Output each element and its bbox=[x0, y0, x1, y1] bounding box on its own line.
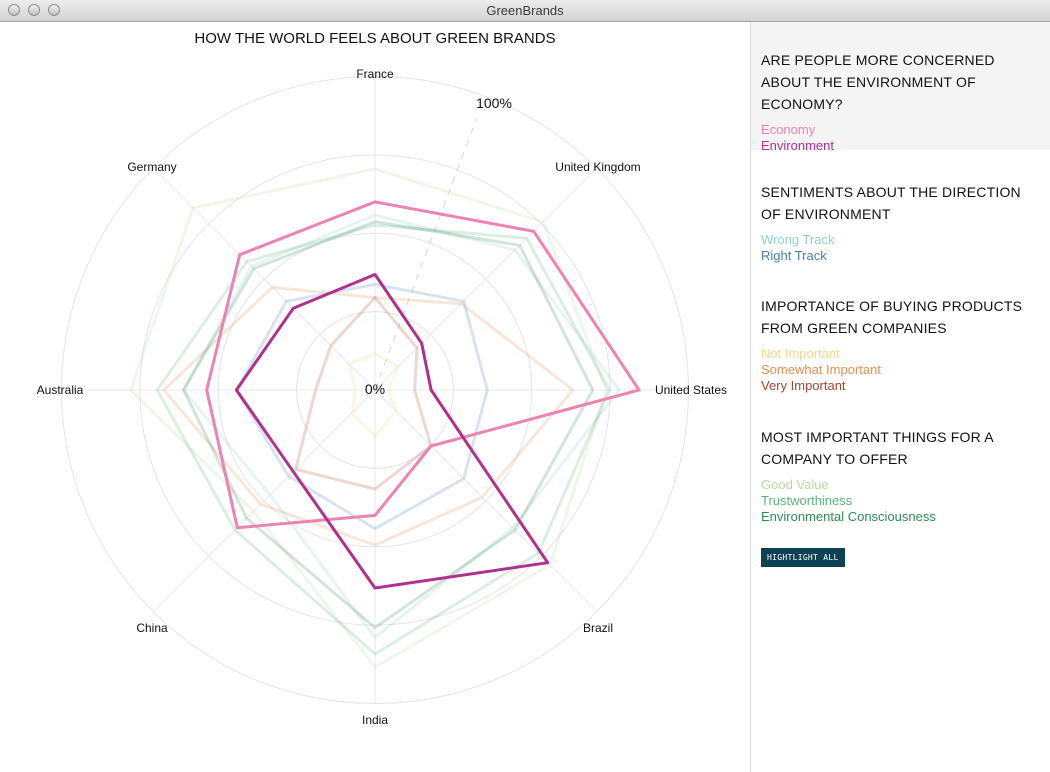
legend-item[interactable]: Trustworthiness bbox=[761, 493, 1050, 509]
window-title: GreenBrands bbox=[486, 3, 564, 18]
legend-item[interactable]: Economy bbox=[761, 122, 1050, 138]
scale-min-label: 0% bbox=[365, 381, 385, 397]
series-economy[interactable] bbox=[205, 200, 641, 530]
legend-item[interactable]: Very Important bbox=[761, 378, 1050, 394]
legend-section: IMPORTANCE OF BUYING PRODUCTS FROM GREEN… bbox=[751, 268, 1050, 396]
legend-item[interactable]: Good Value bbox=[761, 477, 1050, 493]
legend-section: ARE PEOPLE MORE CONCERNED ABOUT THE ENVI… bbox=[751, 22, 1050, 153]
legend-section: SENTIMENTS ABOUT THE DIRECTION OF ENVIRO… bbox=[751, 154, 1050, 266]
series-environmental-consciousness[interactable] bbox=[182, 220, 595, 630]
series-somewhat-important[interactable] bbox=[162, 285, 575, 547]
app-window: GreenBrands HOW THE WORLD FEELS ABOUT GR… bbox=[0, 0, 1050, 772]
legend-section: MOST IMPORTANT THINGS FOR A COMPANY TO O… bbox=[751, 399, 1050, 524]
grid-spoke bbox=[152, 167, 376, 391]
legend-item[interactable]: Not Important bbox=[761, 346, 1050, 362]
axis-label: Australia bbox=[37, 383, 84, 397]
chart-area: HOW THE WORLD FEELS ABOUT GREEN BRANDS Fr… bbox=[0, 22, 750, 772]
legend-sidebar: ARE PEOPLE MORE CONCERNED ABOUT THE ENVI… bbox=[750, 22, 1050, 772]
highlight-all-button[interactable]: HIGHTLIGHT ALL bbox=[761, 548, 845, 567]
legend-section-title: IMPORTANCE OF BUYING PRODUCTS FROM GREEN… bbox=[761, 298, 1023, 336]
legend-section-title: MOST IMPORTANT THINGS FOR A COMPANY TO O… bbox=[761, 429, 994, 467]
grid-spoke bbox=[152, 389, 376, 613]
axis-label: United States bbox=[655, 383, 727, 397]
axis-label: United Kingdom bbox=[555, 160, 640, 174]
scale-max-label: 100% bbox=[476, 95, 512, 111]
chart-title: HOW THE WORLD FEELS ABOUT GREEN BRANDS bbox=[194, 30, 555, 47]
legend-section-title: SENTIMENTS ABOUT THE DIRECTION OF ENVIRO… bbox=[761, 184, 1021, 222]
scale-axis bbox=[374, 118, 478, 391]
highlighted-series-layer bbox=[205, 200, 641, 590]
legend-item[interactable]: Environment bbox=[761, 138, 1050, 154]
radar-chart: HOW THE WORLD FEELS ABOUT GREEN BRANDS Fr… bbox=[37, 30, 727, 727]
legend-section-title: ARE PEOPLE MORE CONCERNED ABOUT THE ENVI… bbox=[761, 52, 995, 112]
axis-label: China bbox=[136, 621, 168, 635]
axis-label: France bbox=[356, 67, 394, 81]
legend-item[interactable]: Somewhat Important bbox=[761, 362, 1050, 378]
axis-label: Brazil bbox=[583, 621, 613, 635]
series-right-track[interactable] bbox=[234, 282, 489, 531]
legend-item[interactable]: Environmental Consciousness bbox=[761, 509, 1050, 525]
axis-label: Germany bbox=[127, 160, 176, 174]
axis-label: India bbox=[362, 713, 388, 727]
legend-item[interactable]: Wrong Track bbox=[761, 232, 1050, 248]
grid-spoke bbox=[374, 389, 598, 613]
title-bar: GreenBrands bbox=[0, 0, 1050, 22]
legend-item[interactable]: Right Track bbox=[761, 248, 1050, 264]
